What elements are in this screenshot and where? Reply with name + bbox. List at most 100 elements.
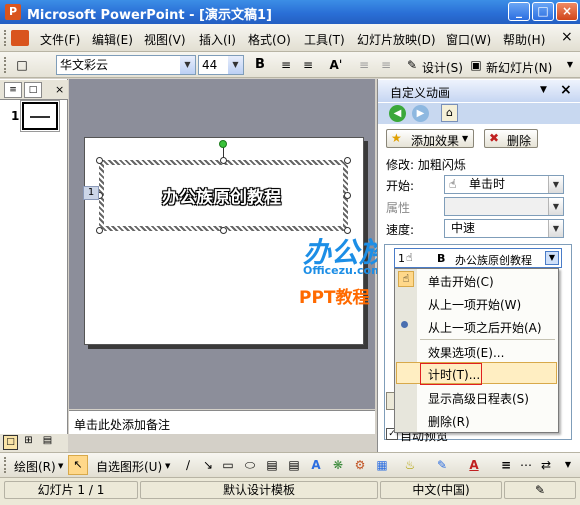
menu-item-effect-options[interactable]: 效果选项(E)... <box>428 344 504 361</box>
new-slide-button[interactable]: 新幻灯片(N) <box>486 59 552 76</box>
add-effect-button[interactable]: ★ 添加效果 ▼ <box>386 129 474 148</box>
dash-style-icon[interactable]: ⋯ <box>516 455 536 475</box>
increase-indent-icon[interactable]: ≡ <box>376 55 396 75</box>
clipart-icon[interactable]: ⚙ <box>350 455 370 475</box>
slide-thumbnail[interactable] <box>20 100 60 132</box>
line-icon[interactable]: ∕ <box>178 455 198 475</box>
speed-select[interactable]: 中速 ▼ <box>444 219 564 238</box>
outline-tab-icon[interactable]: ≡ <box>4 82 22 98</box>
menu-edit[interactable]: 编辑(E) <box>92 31 133 48</box>
close-button[interactable]: × <box>556 2 578 21</box>
draw-menu[interactable]: 绘图(R) <box>14 458 56 475</box>
mouse-icon: ☝ <box>406 251 413 264</box>
slide-title-text[interactable]: 办公族原创教程 <box>162 183 281 208</box>
chevron-down-icon[interactable]: ▼ <box>58 462 63 470</box>
toolbar-grip[interactable] <box>4 457 7 473</box>
decrease-indent-icon[interactable]: ≡ <box>354 55 374 75</box>
toolbar-options-icon[interactable]: ▼ <box>558 455 578 475</box>
wordart-icon[interactable]: A <box>306 455 326 475</box>
remove-button[interactable]: ✖ 删除 <box>484 129 538 148</box>
notes-pane[interactable]: 单击此处添加备注 <box>69 410 375 434</box>
menu-file[interactable]: 文件(F) <box>40 31 80 48</box>
resize-handle[interactable] <box>220 227 227 234</box>
close-icon[interactable]: × <box>560 82 572 98</box>
textbox-icon[interactable]: ▤ <box>262 455 282 475</box>
line-style-icon[interactable]: ≡ <box>496 455 516 475</box>
menu-item-timing[interactable]: 计时(T)... <box>428 366 480 383</box>
font-name-select[interactable]: 华文彩云 ▼ <box>56 55 196 75</box>
sorter-view-icon[interactable]: ⊞ <box>21 435 36 450</box>
powerpoint-icon: P <box>5 4 21 20</box>
toolbar-grip[interactable] <box>4 57 7 73</box>
chevron-down-icon: ▼ <box>548 220 563 237</box>
home-icon[interactable]: ⌂ <box>441 104 458 122</box>
new-file-icon[interactable]: □ <box>12 55 32 75</box>
back-icon[interactable]: ◀ <box>389 105 406 122</box>
resize-handle[interactable] <box>344 192 351 199</box>
menu-help[interactable]: 帮助(H) <box>503 31 545 48</box>
forward-icon[interactable]: ▶ <box>412 105 429 122</box>
menu-window[interactable]: 窗口(W) <box>446 31 491 48</box>
fill-color-icon[interactable]: ♨ <box>400 455 420 475</box>
arrow-style-icon[interactable]: ⇄ <box>536 455 556 475</box>
oval-icon[interactable]: ⬭ <box>240 455 260 475</box>
diagram-icon[interactable]: ❋ <box>328 455 348 475</box>
start-select[interactable]: ☝ 单击时 ▼ <box>444 175 564 194</box>
font-name-value: 华文彩云 <box>60 58 109 72</box>
resize-handle[interactable] <box>96 157 103 164</box>
slides-tab-icon[interactable]: □ <box>24 82 42 98</box>
arrow-icon[interactable]: ↘ <box>198 455 218 475</box>
chevron-down-icon[interactable]: ▼ <box>540 85 547 95</box>
chevron-down-icon: ▼ <box>548 198 563 215</box>
menu-item-after-previous[interactable]: 从上一项之后开始(A) <box>428 319 542 336</box>
menu-view[interactable]: 视图(V) <box>144 31 186 48</box>
bold-button[interactable]: B <box>250 55 270 75</box>
design-icon[interactable]: ✎ <box>402 55 422 75</box>
autoshapes-menu[interactable]: 自选图形(U) <box>96 458 162 475</box>
rectangle-icon[interactable]: ▭ <box>218 455 238 475</box>
menu-item-with-previous[interactable]: 从上一项开始(W) <box>428 296 521 313</box>
vertical-textbox-icon[interactable]: ▤ <box>284 455 304 475</box>
line-color-icon[interactable]: ✎ <box>432 455 452 475</box>
chevron-down-icon[interactable]: ▼ <box>545 251 559 265</box>
new-slide-icon[interactable]: ▣ <box>466 55 486 75</box>
toolbar-options-icon[interactable]: ▼ <box>560 55 580 75</box>
menu-tools[interactable]: 工具(T) <box>304 31 345 48</box>
rotation-handle[interactable] <box>219 140 227 148</box>
design-button[interactable]: 设计(S) <box>422 59 463 76</box>
chevron-down-icon[interactable]: ▼ <box>165 462 170 470</box>
drawing-toolbar: 绘图(R) ▼ ↖ 自选图形(U) ▼ ∕ ↘ ▭ ⬭ ▤ ▤ A ❋ ⚙ ▦ … <box>0 452 580 477</box>
minimize-button[interactable]: _ <box>508 2 530 21</box>
animation-order-tag[interactable]: 1 <box>83 186 99 200</box>
numbering-icon[interactable]: ≡ <box>276 55 296 75</box>
menu-bar: 文件(F) 编辑(E) 视图(V) 插入(I) 格式(O) 工具(T) 幻灯片放… <box>0 24 580 52</box>
chevron-down-icon[interactable]: ▼ <box>228 56 243 74</box>
animation-list-item[interactable]: 1 ☝ B 办公族原创教程 ▼ <box>394 248 562 268</box>
template-name: 默认设计模板 <box>140 481 378 499</box>
clock-icon <box>401 321 408 328</box>
chevron-down-icon[interactable]: ▼ <box>180 56 195 74</box>
doc-close-button[interactable]: × <box>561 29 573 45</box>
language-indicator: 中文(中国) <box>380 481 502 499</box>
increase-font-icon[interactable]: Aˈ <box>326 55 346 75</box>
font-size-select[interactable]: 44 ▼ <box>198 55 244 75</box>
picture-icon[interactable]: ▦ <box>372 455 392 475</box>
maximize-button[interactable]: □ <box>532 2 554 21</box>
resize-handle[interactable] <box>220 157 227 164</box>
menu-slideshow[interactable]: 幻灯片放映(D) <box>357 31 436 48</box>
resize-handle[interactable] <box>96 227 103 234</box>
menu-insert[interactable]: 插入(I) <box>199 31 236 48</box>
font-color-icon[interactable]: A <box>464 455 484 475</box>
slideshow-view-icon[interactable]: ▤ <box>40 435 55 450</box>
normal-view-icon[interactable]: □ <box>3 435 18 450</box>
bullets-icon[interactable]: ≡ <box>298 55 318 75</box>
menu-item-advanced-timeline[interactable]: 显示高级日程表(S) <box>428 390 529 407</box>
toolbar-grip[interactable] <box>4 30 7 46</box>
close-icon[interactable]: × <box>55 83 64 96</box>
menu-item-on-click[interactable]: 单击开始(C) <box>428 273 494 290</box>
star-icon: ★ <box>391 131 402 145</box>
resize-handle[interactable] <box>344 157 351 164</box>
menu-item-remove[interactable]: 删除(R) <box>428 413 470 430</box>
menu-format[interactable]: 格式(O) <box>248 31 291 48</box>
select-arrow-icon[interactable]: ↖ <box>68 455 88 475</box>
